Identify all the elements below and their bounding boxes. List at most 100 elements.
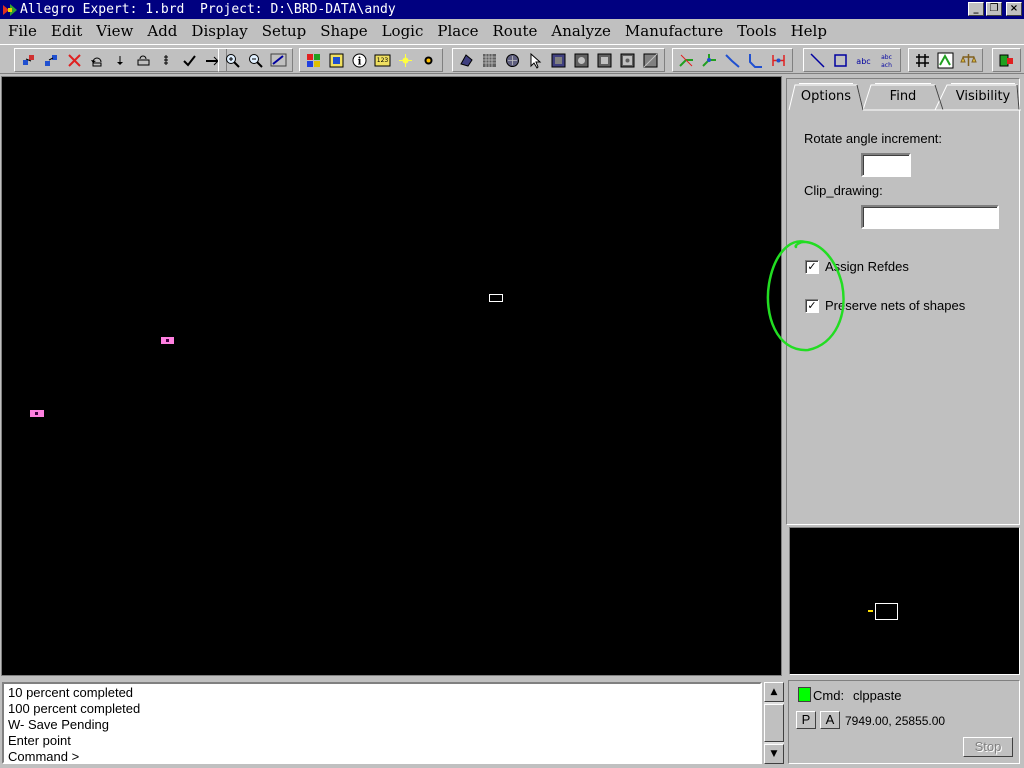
- world-view-minimap[interactable]: [789, 527, 1020, 675]
- menu-place[interactable]: Place: [431, 20, 486, 42]
- restore-button[interactable]: ❐: [986, 2, 1002, 16]
- menu-add[interactable]: Add: [141, 20, 185, 42]
- svg-text:ach: ach: [881, 62, 892, 69]
- board-outline-symbol[interactable]: [489, 294, 503, 302]
- toolbar-group-zoom: [218, 48, 293, 72]
- shape-icon[interactable]: [455, 50, 478, 70]
- zoom-fit-icon[interactable]: [267, 50, 290, 70]
- tab-options[interactable]: Options: [799, 83, 853, 111]
- info-icon[interactable]: i: [348, 50, 371, 70]
- fanout-icon[interactable]: [698, 50, 721, 70]
- cmd-label: Cmd:: [813, 688, 845, 703]
- menu-file[interactable]: File: [2, 20, 45, 42]
- svg-text:i: i: [358, 56, 362, 67]
- tab-visibility[interactable]: Visibility: [951, 83, 1015, 111]
- menu-view[interactable]: View: [90, 20, 141, 42]
- close-button[interactable]: ×: [1006, 2, 1022, 16]
- menu-manufacture[interactable]: Manufacture: [619, 20, 731, 42]
- zoom-in-icon[interactable]: [221, 50, 244, 70]
- text-icon[interactable]: abc: [852, 50, 875, 70]
- undo-icon[interactable]: [86, 50, 109, 70]
- copy-icon[interactable]: [40, 50, 63, 70]
- cmd-value: clppaste: [853, 688, 902, 703]
- menu-edit[interactable]: Edit: [45, 20, 90, 42]
- toolbar-group-draw: abc abc ach: [803, 48, 901, 72]
- component-pad[interactable]: [161, 337, 174, 344]
- a-button[interactable]: A: [820, 711, 840, 729]
- menu-tools[interactable]: Tools: [731, 20, 784, 42]
- window-title: Allegro Expert: 1.brd Project: D:\BRD-DA…: [20, 2, 396, 17]
- delete-icon[interactable]: [63, 50, 86, 70]
- grid-icon[interactable]: [478, 50, 501, 70]
- console-scrollbar[interactable]: ▲ ▼: [764, 682, 784, 764]
- minimap-viewport[interactable]: [875, 603, 898, 620]
- highlight-icon[interactable]: [394, 50, 417, 70]
- line-icon[interactable]: [806, 50, 829, 70]
- design-canvas[interactable]: [1, 76, 782, 676]
- svg-text:abc: abc: [881, 54, 892, 61]
- scroll-up-icon[interactable]: ▲: [764, 682, 784, 702]
- minimize-button[interactable]: _: [968, 2, 984, 16]
- clip-drawing-input[interactable]: [861, 205, 999, 229]
- fill-icon[interactable]: [547, 50, 570, 70]
- rect-icon[interactable]: [829, 50, 852, 70]
- measure-icon[interactable]: 123: [371, 50, 394, 70]
- toolbar-group-route: [672, 48, 793, 72]
- redo-icon[interactable]: [109, 50, 132, 70]
- svg-text:abc: abc: [856, 57, 870, 66]
- dehighlight-icon[interactable]: [417, 50, 440, 70]
- console-line: 100 percent completed: [8, 701, 141, 716]
- panel-tabs: Options Find Visibility: [787, 79, 1021, 111]
- toolbar-group-display: i 123: [299, 48, 443, 72]
- void-circle-icon[interactable]: [616, 50, 639, 70]
- grid-toggle-icon[interactable]: [911, 50, 934, 70]
- allegro-app-icon[interactable]: [2, 2, 18, 18]
- select-icon[interactable]: [524, 50, 547, 70]
- undo-list-icon[interactable]: [132, 50, 155, 70]
- coordinates-readout: 7949.00, 25855.00: [845, 714, 946, 728]
- menu-display[interactable]: Display: [185, 20, 255, 42]
- menu-analyze[interactable]: Analyze: [545, 20, 619, 42]
- p-button[interactable]: P: [796, 711, 816, 729]
- menu-help[interactable]: Help: [785, 20, 835, 42]
- tab-find[interactable]: Find: [875, 83, 931, 111]
- merge-icon[interactable]: [639, 50, 662, 70]
- exit-icon[interactable]: [995, 50, 1018, 70]
- color-icon[interactable]: [302, 50, 325, 70]
- status-indicator: [798, 687, 811, 702]
- done-icon[interactable]: [178, 50, 201, 70]
- menu-route[interactable]: Route: [487, 20, 546, 42]
- void-icon[interactable]: [570, 50, 593, 70]
- stop-button[interactable]: Stop: [963, 737, 1013, 757]
- scroll-down-icon[interactable]: ▼: [764, 744, 784, 764]
- move-icon[interactable]: [17, 50, 40, 70]
- toolbar-group-shape: [452, 48, 665, 72]
- rotate-angle-input[interactable]: [861, 153, 911, 177]
- title-bar: Allegro Expert: 1.brd Project: D:\BRD-DA…: [0, 0, 1024, 19]
- scale-icon[interactable]: [957, 50, 980, 70]
- layers-icon[interactable]: [325, 50, 348, 70]
- command-prompt[interactable]: Command >: [8, 749, 756, 765]
- void-rect-icon[interactable]: [593, 50, 616, 70]
- console-line: W- Save Pending: [8, 717, 109, 732]
- menu-bar: File Edit View Add Display Setup Shape L…: [0, 20, 1024, 42]
- text-edit-icon[interactable]: abc ach: [875, 50, 898, 70]
- allegro-window: Allegro Expert: 1.brd Project: D:\BRD-DA…: [0, 0, 1024, 768]
- toolbar-group-exit: [992, 48, 1021, 72]
- console-line: Enter point: [8, 733, 71, 748]
- menu-shape[interactable]: Shape: [314, 20, 375, 42]
- menu-setup[interactable]: Setup: [256, 20, 314, 42]
- component-pad[interactable]: [30, 410, 44, 417]
- zoom-out-icon[interactable]: [244, 50, 267, 70]
- spread-icon[interactable]: [767, 50, 790, 70]
- slide-icon[interactable]: [744, 50, 767, 70]
- redo-list-icon[interactable]: [155, 50, 178, 70]
- via-icon[interactable]: [501, 50, 524, 70]
- scroll-thumb[interactable]: [764, 704, 784, 742]
- connect-icon[interactable]: [721, 50, 744, 70]
- drc-icon[interactable]: [934, 50, 957, 70]
- route-icon[interactable]: [675, 50, 698, 70]
- rotate-angle-label: Rotate angle increment:: [804, 131, 943, 146]
- menu-logic[interactable]: Logic: [376, 20, 432, 42]
- command-console[interactable]: 10 percent completed 100 percent complet…: [2, 682, 762, 764]
